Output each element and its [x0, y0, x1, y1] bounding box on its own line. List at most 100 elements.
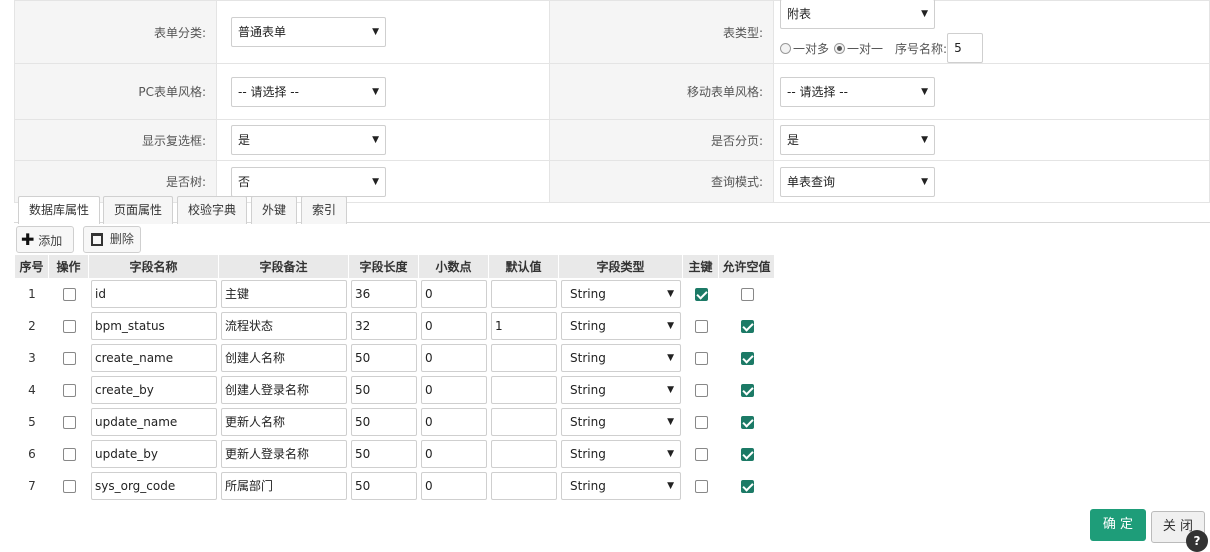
delete-button[interactable]: 删除	[83, 226, 141, 253]
field-default-input[interactable]	[491, 344, 557, 372]
field-length-input[interactable]: 50	[351, 472, 417, 500]
primary-key-checkbox[interactable]	[694, 448, 708, 461]
tab-db-properties[interactable]: 数据库属性	[18, 196, 100, 224]
field-type-value: String	[570, 479, 606, 493]
row-number: 1	[28, 287, 36, 301]
radio-one-to-many-label: 一对多	[793, 41, 830, 56]
field-comment-input[interactable]: 流程状态	[221, 312, 347, 340]
field-name-input[interactable]: update_by	[91, 440, 217, 468]
field-length-input[interactable]: 50	[351, 344, 417, 372]
confirm-button[interactable]: 确 定	[1090, 509, 1146, 541]
field-length-input[interactable]: 36	[351, 280, 417, 308]
field-name-input[interactable]: bpm_status	[91, 312, 217, 340]
primary-key-checkbox[interactable]	[694, 352, 708, 365]
nullable-checkbox[interactable]	[740, 416, 754, 429]
show-checkbox-select[interactable]: 是 ▼	[231, 125, 386, 155]
field-default-input[interactable]	[491, 376, 557, 404]
tab-validation-dict[interactable]: 校验字典	[177, 196, 247, 224]
tab-foreign-key[interactable]: 外键	[251, 196, 297, 224]
field-decimal-input[interactable]: 0	[421, 472, 487, 500]
primary-key-checkbox[interactable]	[694, 416, 708, 429]
row-select-checkbox[interactable]	[62, 288, 76, 301]
field-comment-input[interactable]: 创建人登录名称	[221, 376, 347, 404]
mobile-style-select[interactable]: -- 请选择 -- ▼	[780, 76, 935, 107]
field-length-input[interactable]: 50	[351, 440, 417, 468]
field-comment-input[interactable]: 更新人名称	[221, 408, 347, 436]
nullable-checkbox[interactable]	[740, 480, 754, 493]
field-type-select[interactable]: String ▼	[561, 280, 681, 308]
radio-one-to-one[interactable]	[834, 42, 846, 54]
field-type-select[interactable]: String ▼	[561, 408, 681, 436]
field-decimal-input[interactable]: 0	[421, 344, 487, 372]
chevron-down-icon: ▼	[921, 86, 928, 97]
tab-page-properties[interactable]: 页面属性	[103, 196, 173, 224]
nullable-checkbox[interactable]	[740, 384, 754, 397]
primary-key-checkbox[interactable]	[694, 320, 708, 333]
chevron-down-icon: ▼	[667, 417, 674, 427]
row-select-checkbox[interactable]	[62, 320, 76, 333]
row-select-checkbox[interactable]	[62, 352, 76, 365]
field-comment-input[interactable]: 创建人名称	[221, 344, 347, 372]
field-name-input[interactable]: update_name	[91, 408, 217, 436]
field-type-select[interactable]: String ▼	[561, 344, 681, 372]
field-type-select[interactable]: String ▼	[561, 440, 681, 468]
chevron-down-icon: ▼	[372, 86, 379, 97]
field-type-value: String	[570, 287, 606, 301]
nullable-checkbox[interactable]	[740, 288, 754, 301]
field-type-select[interactable]: String ▼	[561, 472, 681, 500]
field-decimal-input[interactable]: 0	[421, 280, 487, 308]
field-comment-input[interactable]: 所属部门	[221, 472, 347, 500]
field-default-input[interactable]: 1	[491, 312, 557, 340]
field-type-value: String	[570, 447, 606, 461]
chevron-down-icon: ▼	[667, 321, 674, 331]
field-type-value: String	[570, 319, 606, 333]
form-category-select[interactable]: 普通表单 ▼	[231, 17, 386, 47]
plus-icon: ✚	[21, 230, 35, 249]
field-decimal-input[interactable]: 0	[421, 312, 487, 340]
field-decimal-input[interactable]: 0	[421, 440, 487, 468]
col-header-name: 字段名称	[89, 255, 219, 278]
field-default-input[interactable]	[491, 408, 557, 436]
field-type-select[interactable]: String ▼	[561, 312, 681, 340]
nullable-checkbox[interactable]	[740, 448, 754, 461]
field-name-input[interactable]: create_by	[91, 376, 217, 404]
paging-select[interactable]: 是 ▼	[780, 125, 935, 155]
primary-key-checkbox[interactable]	[694, 288, 708, 301]
field-default-input[interactable]	[491, 280, 557, 308]
primary-key-checkbox[interactable]	[694, 480, 708, 493]
field-comment-input[interactable]: 主键	[221, 280, 347, 308]
seq-name-input[interactable]: 5	[947, 33, 984, 63]
row-select-checkbox[interactable]	[62, 480, 76, 493]
row-select-checkbox[interactable]	[62, 384, 76, 397]
table-row: 1 id 主键 36 0 String ▼	[15, 278, 775, 310]
row-select-checkbox[interactable]	[62, 448, 76, 461]
field-default-input[interactable]	[491, 440, 557, 468]
field-default-input[interactable]	[491, 472, 557, 500]
table-type-select[interactable]: 附表 ▼	[780, 0, 935, 29]
nullable-checkbox[interactable]	[740, 352, 754, 365]
chevron-down-icon: ▼	[667, 481, 674, 491]
field-name-input[interactable]: create_name	[91, 344, 217, 372]
row-number: 4	[28, 383, 36, 397]
field-comment-input[interactable]: 更新人登录名称	[221, 440, 347, 468]
field-name-input[interactable]: sys_org_code	[91, 472, 217, 500]
radio-one-to-many[interactable]	[780, 42, 791, 54]
field-decimal-input[interactable]: 0	[421, 408, 487, 436]
nullable-checkbox[interactable]	[740, 320, 754, 333]
col-header-nullable: 允许空值	[719, 255, 775, 278]
field-length-input[interactable]: 32	[351, 312, 417, 340]
field-length-input[interactable]: 50	[351, 376, 417, 404]
add-button[interactable]: ✚ 添加	[16, 226, 74, 253]
col-header-pk: 主键	[683, 255, 719, 278]
primary-key-checkbox[interactable]	[694, 384, 708, 397]
row-select-checkbox[interactable]	[62, 416, 76, 429]
pc-style-select[interactable]: -- 请选择 -- ▼	[231, 76, 386, 107]
tab-index[interactable]: 索引	[301, 196, 347, 224]
tab-bar: 数据库属性 页面属性 校验字典 外键 索引	[14, 188, 1210, 224]
form-settings-table: 表单分类: 普通表单 ▼ 表类型: 附表 ▼ 一对多 一对一 序号名称: 5 PC表…	[14, 0, 1210, 203]
field-type-select[interactable]: String ▼	[561, 376, 681, 404]
help-icon[interactable]: ?	[1186, 530, 1208, 552]
field-name-input[interactable]: id	[91, 280, 217, 308]
field-length-input[interactable]: 50	[351, 408, 417, 436]
field-decimal-input[interactable]: 0	[421, 376, 487, 404]
